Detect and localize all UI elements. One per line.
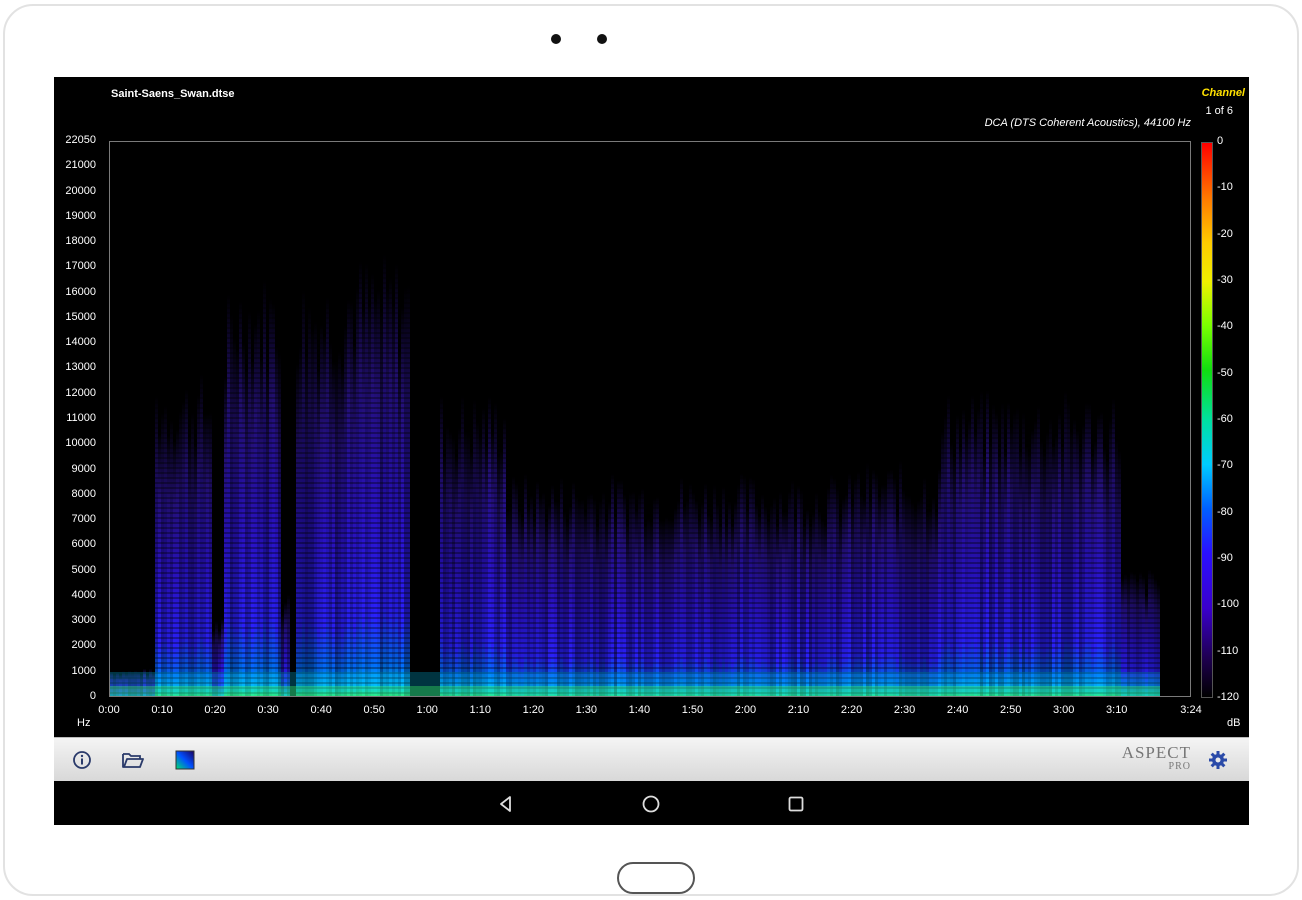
logo-line2: PRO [1168,761,1191,772]
file-name: Saint-Saens_Swan.dtse [111,88,235,100]
nav-home-button[interactable] [638,791,664,817]
x-tick-label: 2:50 [999,704,1022,716]
x-tick-label: 0:40 [310,704,332,716]
db-tick-label: -10 [1217,181,1233,194]
db-tick-label: -70 [1217,459,1233,472]
hardware-home-button[interactable] [617,862,695,894]
x-tick-label: 0:00 [98,704,120,716]
x-tick-label: 2:10 [787,704,810,716]
channel-value[interactable]: 1 of 6 [1205,105,1233,117]
y-tick-label: 21000 [65,159,96,172]
bottom-toolbar: ASPECT PRO [54,737,1249,781]
x-tick-label: 2:30 [893,704,916,716]
db-tick-label: -120 [1217,691,1240,703]
db-colorbar [1201,142,1213,698]
db-tick-label: -90 [1217,552,1233,564]
db-tick-label: -100 [1217,598,1240,611]
x-tick-label: 2:40 [946,704,969,716]
info-button[interactable] [70,748,94,772]
x-tick-label: 1:20 [522,704,545,716]
x-tick-label: 1:40 [628,704,651,716]
y-tick-label: 3000 [71,614,96,627]
front-camera [551,34,561,44]
device-screen: Saint-Saens_Swan.dtse Channel 1 of 6 DCA… [54,77,1249,825]
codec-info: DCA (DTS Coherent Acoustics), 44100 Hz [984,117,1191,129]
x-tick-label: 1:00 [416,704,438,716]
spectrogram-image [110,142,1190,696]
db-tick-label: -40 [1217,320,1233,333]
settings-button[interactable] [1206,748,1230,772]
y-tick-label: 17000 [65,260,96,273]
y-tick-label: 4000 [71,588,96,601]
y-tick-label: 14000 [65,336,96,349]
home-icon [642,795,660,813]
y-tick-label: 19000 [65,209,96,222]
open-file-button[interactable] [121,748,145,772]
db-unit: dB [1227,717,1241,729]
info-icon [73,751,91,769]
y-tick-label: 18000 [65,235,96,248]
x-tick-label: 1:50 [681,704,704,716]
y-tick-label: 15000 [65,310,96,323]
db-tick-label: -80 [1217,505,1233,518]
channel-label[interactable]: Channel [1202,87,1245,99]
y-tick-label: 8000 [71,487,96,500]
y-tick-label: 22050 [65,134,96,146]
x-tick-label: 2:20 [840,704,863,716]
x-tick-label: 1:30 [575,704,598,716]
x-tick-label: 3:10 [1106,704,1128,716]
x-tick-label: 0:10 [151,704,173,716]
db-tick-label: -20 [1217,227,1233,240]
recents-icon [788,796,804,812]
y-tick-label: 13000 [65,361,96,374]
y-tick-label: 2000 [71,639,96,652]
x-tick-label: 3:00 [1052,704,1075,716]
y-tick-label: 9000 [71,462,96,475]
y-tick-label: 20000 [65,184,96,197]
spectrogram-app: Saint-Saens_Swan.dtse Channel 1 of 6 DCA… [54,77,1249,737]
x-tick-label: 2:00 [734,704,757,716]
x-tick-label: 0:20 [204,704,226,716]
spectrogram-view-button[interactable] [173,748,197,772]
spectrogram-icon [175,750,195,770]
db-tick-label: -50 [1217,366,1233,379]
x-tick-label: 1:10 [469,704,491,716]
x-tick-label: 0:30 [257,704,279,716]
nav-recents-button[interactable] [783,791,809,817]
light-sensor [597,34,607,44]
db-tick-label: -110 [1217,644,1239,657]
y-tick-label: 6000 [71,538,96,551]
y-tick-label: 10000 [65,437,96,450]
db-tick-label: -60 [1217,413,1233,425]
db-tick-label: 0 [1217,135,1224,147]
y-tick-label: 5000 [71,563,96,576]
y-tick-label: 7000 [71,513,96,526]
spectrogram-plot[interactable] [109,141,1191,697]
folder-open-icon [122,753,144,768]
y-tick-label: 12000 [65,386,96,399]
x-tick-label: 3:24 [1180,704,1202,716]
nav-back-button[interactable] [493,791,519,817]
back-icon [500,796,511,812]
gear-icon [1209,751,1227,769]
y-tick-label: 16000 [65,285,96,298]
y-tick-label: 11000 [66,412,96,424]
aspect-pro-logo: ASPECT PRO [1122,744,1191,772]
logo-line1: ASPECT [1121,743,1191,762]
x-tick-label: 0:50 [363,704,385,716]
db-tick-label: -30 [1217,274,1233,286]
y-axis-unit: Hz [77,717,91,729]
android-nav-bar [54,781,1249,825]
y-tick-label: 1000 [71,664,96,677]
y-tick-label: 0 [89,690,96,702]
